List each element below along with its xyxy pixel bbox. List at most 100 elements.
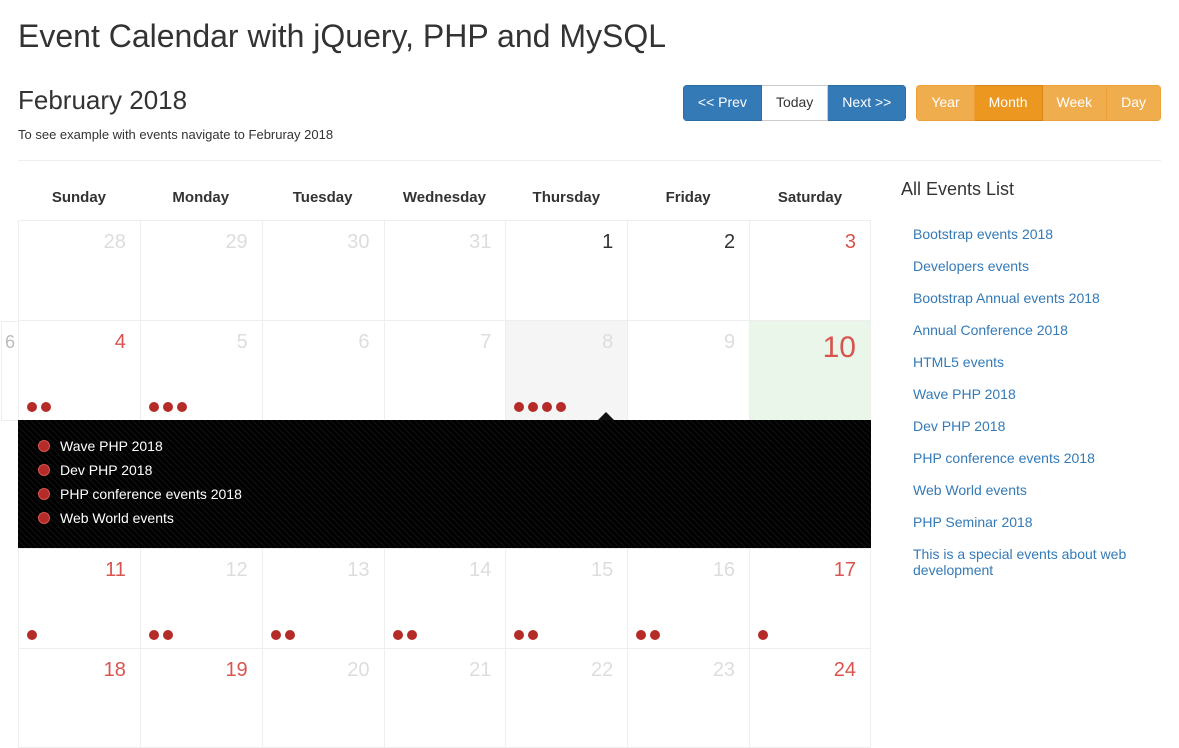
sidebar-title: All Events List [901,179,1161,200]
day-number: 19 [225,659,247,682]
day-cell[interactable]: 11 [18,548,140,648]
dow-header: Friday [627,179,749,220]
current-month: February 2018 [18,85,187,116]
day-cell[interactable]: 30 [262,220,384,320]
event-dot-icon [149,630,159,640]
day-cell[interactable]: 31 [384,220,506,320]
event-dot-icon [41,402,51,412]
day-number: 29 [225,231,247,254]
event-dots[interactable] [149,402,187,412]
day-cell[interactable]: 10 [749,320,871,420]
day-number: 14 [469,559,491,582]
day-cell[interactable]: 8 [505,320,627,420]
view-group: Year Month Week Day [916,85,1161,121]
day-cell[interactable]: 20 [262,648,384,748]
event-dots[interactable] [393,630,417,640]
day-number: 1 [602,231,613,254]
day-cell[interactable]: 24 [749,648,871,748]
event-dot-icon [636,630,646,640]
today-button[interactable]: Today [762,85,828,121]
day-cell[interactable]: 13 [262,548,384,648]
view-month-button[interactable]: Month [975,85,1043,121]
day-cell[interactable]: 29 [140,220,262,320]
nav-group: << Prev Today Next >> [683,85,906,121]
sidebar-event-link[interactable]: PHP conference events 2018 [913,450,1095,466]
sidebar-event-link[interactable]: Bootstrap events 2018 [913,226,1053,242]
day-number: 8 [602,331,613,354]
sidebar-event-item: Dev PHP 2018 [901,410,1161,442]
sidebar-event-link[interactable]: Bootstrap Annual events 2018 [913,290,1100,306]
day-cell[interactable]: 64 [18,320,140,420]
event-dot-icon [27,630,37,640]
event-dots[interactable] [514,402,566,412]
sidebar-event-link[interactable]: Wave PHP 2018 [913,386,1016,402]
event-dot-icon [38,512,50,524]
sidebar-event-item: Bootstrap events 2018 [901,218,1161,250]
sidebar-event-link[interactable]: Web World events [913,482,1027,498]
sidebar-event-item: This is a special events about web devel… [901,538,1161,586]
day-cell[interactable]: 9 [627,320,749,420]
day-cell[interactable]: 2 [627,220,749,320]
day-cell[interactable]: 16 [627,548,749,648]
sidebar-event-link[interactable]: Developers events [913,258,1029,274]
event-dot-icon [177,402,187,412]
event-dot-icon [514,402,524,412]
prev-button[interactable]: << Prev [683,85,762,121]
day-cell[interactable]: 7 [384,320,506,420]
expanded-event-item[interactable]: PHP conference events 2018 [38,482,851,506]
dow-header: Wednesday [384,179,506,220]
helper-text: To see example with events navigate to F… [18,127,1161,142]
dow-header: Tuesday [262,179,384,220]
event-dot-icon [38,440,50,452]
expanded-event-item[interactable]: Wave PHP 2018 [38,434,851,458]
day-cell[interactable]: 1 [505,220,627,320]
day-cell[interactable]: 28 [18,220,140,320]
day-number: 15 [591,559,613,582]
event-dot-icon [514,630,524,640]
view-week-button[interactable]: Week [1043,85,1108,121]
day-cell[interactable]: 6 [262,320,384,420]
event-dots[interactable] [27,402,51,412]
sidebar-event-link[interactable]: This is a special events about web devel… [913,546,1126,578]
day-cell[interactable]: 18 [18,648,140,748]
day-number: 6 [358,331,369,354]
next-button[interactable]: Next >> [828,85,906,121]
sidebar-event-item: Web World events [901,474,1161,506]
event-title: Dev PHP 2018 [60,462,152,478]
day-cell[interactable]: 21 [384,648,506,748]
event-dot-icon [285,630,295,640]
day-number: 30 [347,231,369,254]
day-number: 17 [834,559,856,582]
day-cell[interactable]: 5 [140,320,262,420]
expanded-event-item[interactable]: Web World events [38,506,851,530]
sidebar-event-item: PHP conference events 2018 [901,442,1161,474]
event-dot-icon [393,630,403,640]
view-day-button[interactable]: Day [1107,85,1161,121]
event-dot-icon [556,402,566,412]
event-dots[interactable] [636,630,660,640]
dow-header: Saturday [749,179,871,220]
day-cell[interactable]: 12 [140,548,262,648]
view-year-button[interactable]: Year [916,85,974,121]
event-dots[interactable] [271,630,295,640]
sidebar-event-link[interactable]: Annual Conference 2018 [913,322,1068,338]
day-number: 23 [713,659,735,682]
day-cell[interactable]: 3 [749,220,871,320]
sidebar-event-link[interactable]: PHP Seminar 2018 [913,514,1033,530]
event-dots[interactable] [758,630,768,640]
sidebar-event-link[interactable]: HTML5 events [913,354,1004,370]
day-cell[interactable]: 22 [505,648,627,748]
day-number: 28 [104,231,126,254]
event-dots[interactable] [514,630,538,640]
event-dots[interactable] [149,630,173,640]
event-dots[interactable] [27,630,37,640]
event-dot-icon [27,402,37,412]
expanded-event-item[interactable]: Dev PHP 2018 [38,458,851,482]
day-cell[interactable]: 15 [505,548,627,648]
day-cell[interactable]: 17 [749,548,871,648]
day-cell[interactable]: 23 [627,648,749,748]
day-cell[interactable]: 14 [384,548,506,648]
day-number: 11 [105,559,126,582]
day-cell[interactable]: 19 [140,648,262,748]
sidebar-event-link[interactable]: Dev PHP 2018 [913,418,1005,434]
